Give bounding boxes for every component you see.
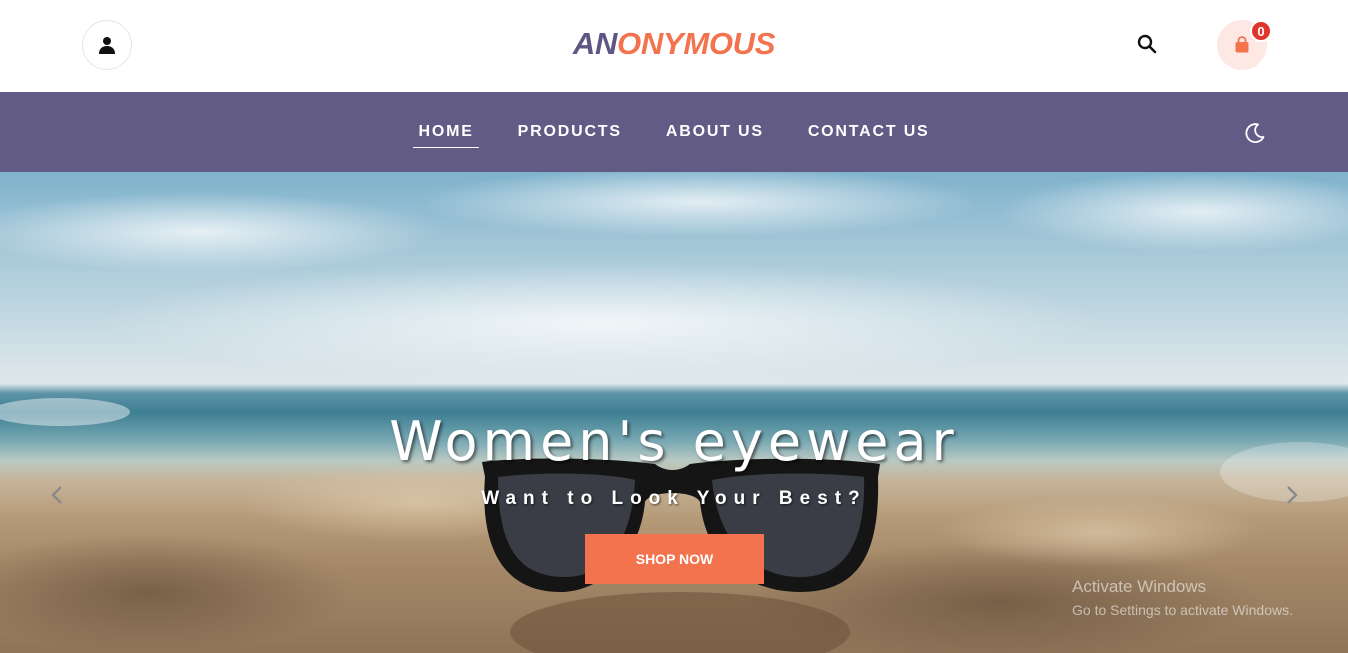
hero-banner: Women's eyewear Want to Look Your Best? … xyxy=(0,172,1348,653)
nav-contact-us[interactable]: CONTACT US xyxy=(805,119,933,145)
main-navbar: HOME PRODUCTS ABOUT US CONTACT US xyxy=(0,92,1348,172)
top-header: ANONYMOUS 0 xyxy=(0,0,1348,92)
carousel-next-button[interactable] xyxy=(1277,480,1307,510)
windows-activation-hint: Go to Settings to activate Windows. xyxy=(1072,602,1293,618)
search-button[interactable] xyxy=(1134,31,1160,57)
carousel-prev-button[interactable] xyxy=(42,480,72,510)
theme-toggle-button[interactable] xyxy=(1242,120,1268,146)
logo-part-onymous: ONYMOUS xyxy=(617,26,776,61)
nav-links: HOME PRODUCTS ABOUT US CONTACT US xyxy=(0,92,1348,172)
logo-part-an: AN xyxy=(572,26,618,61)
moon-icon xyxy=(1245,123,1265,143)
nav-products[interactable]: PRODUCTS xyxy=(515,119,625,145)
chevron-left-icon xyxy=(51,486,62,504)
windows-activation-watermark: Activate Windows xyxy=(1072,577,1207,596)
nav-about-us[interactable]: ABOUT US xyxy=(663,119,767,145)
hero-title: Women's eyewear xyxy=(389,410,959,473)
shop-now-button[interactable]: SHOP NOW xyxy=(585,534,764,584)
chevron-right-icon xyxy=(1287,486,1298,504)
nav-home[interactable]: HOME xyxy=(413,119,479,148)
search-icon xyxy=(1137,34,1157,54)
cart-count-badge: 0 xyxy=(1250,20,1272,42)
hero-subtitle: Want to Look Your Best? xyxy=(481,488,867,509)
shopping-bag-icon xyxy=(1235,36,1249,53)
